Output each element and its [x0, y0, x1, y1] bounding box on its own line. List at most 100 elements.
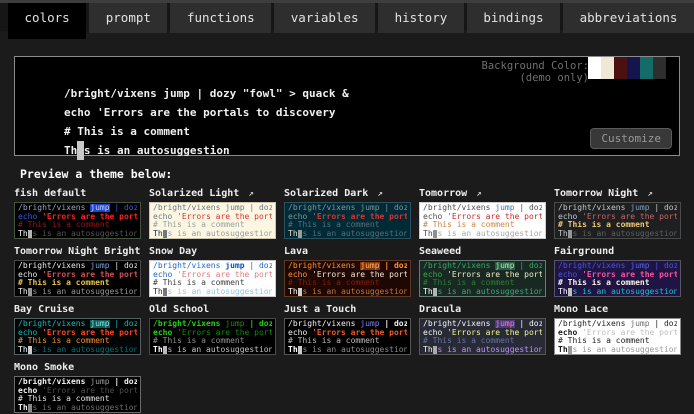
tab-prompt[interactable]: prompt: [89, 3, 167, 33]
preview-line: /bright/vixens jump | dozy "fowl" > quac…: [18, 204, 137, 213]
syntax-token: # This is a comment: [288, 221, 380, 229]
preview-line: This is an autosuggestion: [153, 288, 272, 297]
syntax-token: s is an autosuggestion: [167, 288, 272, 296]
theme-card-fairground[interactable]: Fairground /bright/vixens jump | dozy "f…: [554, 246, 681, 297]
syntax-token: /bright/vixens: [288, 262, 360, 270]
theme-title-text: Lava: [284, 246, 308, 257]
preview-line: /bright/vixens jump | dozy "fowl" > quac…: [288, 204, 407, 213]
preview-line: This is an autosuggestion: [18, 404, 137, 413]
tab-variables[interactable]: variables: [274, 3, 375, 33]
syntax-token: Th: [558, 230, 568, 238]
preview-line: /bright/vixens jump | dozy "fowl" > quac…: [558, 204, 677, 213]
syntax-token: /bright/vixens: [18, 320, 90, 328]
tab-functions[interactable]: functions: [170, 3, 271, 33]
syntax-token: # This is a comment: [558, 279, 650, 287]
syntax-token: 'Errors are the portals to discovery: [582, 271, 677, 279]
tab-bindings[interactable]: bindings: [467, 3, 560, 33]
theme-card-solarized-dark[interactable]: Solarized Dark ↗ /bright/vixens jump | d…: [284, 188, 411, 239]
syntax-token: 'Errors are the portals to discovery: [177, 271, 272, 279]
tab-history[interactable]: history: [378, 3, 464, 33]
syntax-token: jump: [90, 262, 109, 270]
background-swatch-1[interactable]: [601, 57, 614, 79]
syntax-token: 'Errors are the portals to discovery: [312, 271, 407, 279]
tab-abbreviations[interactable]: abbreviations: [563, 3, 694, 33]
syntax-token: 'Errors are the portals to discovery: [447, 271, 542, 279]
syntax-token: Th: [153, 230, 163, 238]
preview-line: # This is a comment: [558, 279, 677, 288]
theme-title-text: Dracula: [419, 304, 461, 315]
theme-card-tomorrow[interactable]: Tomorrow ↗ /bright/vixens jump | dozy "f…: [419, 188, 546, 239]
theme-card-old-school[interactable]: Old School /bright/vixens jump | dozy "f…: [149, 304, 276, 355]
syntax-token: 'Errors are the portals to discovery: [42, 329, 137, 337]
external-link-icon[interactable]: ↗: [476, 189, 481, 199]
customize-button[interactable]: Customize: [590, 128, 672, 149]
background-swatch-4[interactable]: [640, 57, 653, 79]
syntax-token: /bright/vixens: [558, 204, 630, 212]
syntax-token: s is an autosuggestion: [437, 346, 542, 354]
background-swatch-row: [588, 57, 679, 79]
preview-line: echo 'Errors are the portals to discover…: [288, 329, 407, 338]
preview-line: # This is a comment: [288, 337, 407, 346]
theme-grid: fish default /bright/vixens jump | dozy …: [14, 188, 682, 413]
theme-preview: /bright/vixens jump | dozy "fowl" > quac…: [14, 202, 141, 239]
theme-title-text: Bay Cruise: [14, 304, 74, 315]
background-swatch-5[interactable]: [653, 57, 666, 79]
syntax-token: jump: [495, 262, 514, 270]
theme-title: Solarized Dark ↗: [284, 188, 411, 200]
preview-line: This is an autosuggestion: [153, 346, 272, 355]
theme-card-snow-day[interactable]: Snow Day /bright/vixens jump | dozy "fow…: [149, 246, 276, 297]
syntax-token: | dozy: [380, 262, 407, 270]
theme-title: Tomorrow Night Bright ↗: [14, 246, 141, 258]
syntax-token: # This is a comment: [64, 125, 190, 138]
theme-title: Mono Lace: [554, 304, 681, 316]
theme-card-mono-lace[interactable]: Mono Lace /bright/vixens jump | dozy "fo…: [554, 304, 681, 355]
syntax-token: | dozy: [650, 262, 677, 270]
syntax-token: jump: [90, 320, 109, 328]
theme-preview: /bright/vixens jump | dozy "fowl" > quac…: [149, 202, 276, 239]
background-swatch-2[interactable]: [614, 57, 627, 79]
external-link-icon[interactable]: ↗: [248, 189, 253, 199]
theme-card-solarized-light[interactable]: Solarized Light ↗ /bright/vixens jump | …: [149, 188, 276, 239]
syntax-token: | dozy: [110, 378, 137, 386]
preview-line: echo 'Errors are the portals to discover…: [153, 213, 272, 222]
background-swatch-3[interactable]: [627, 57, 640, 79]
syntax-token: | dozy: [515, 320, 542, 328]
background-swatch-0[interactable]: [588, 57, 601, 79]
syntax-token: 'Errors are the portals to discovery: [42, 271, 137, 279]
background-swatch-6[interactable]: [666, 57, 679, 79]
syntax-token: jump: [90, 204, 109, 212]
theme-title-text: Seaweed: [419, 246, 461, 257]
preview-line: echo 'Errors are the portals to discover…: [288, 213, 407, 222]
syntax-token: echo 'Errors are the portals to discover…: [64, 106, 336, 119]
syntax-token: Th: [423, 346, 433, 354]
syntax-token: s is an autosuggestion: [32, 404, 137, 412]
theme-title-text: Just a Touch: [284, 304, 356, 315]
preview-line: # This is a comment: [18, 221, 137, 230]
theme-card-mono-smoke[interactable]: Mono Smoke /bright/vixens jump | dozy "f…: [14, 362, 141, 413]
theme-title-text: Solarized Dark: [284, 188, 368, 199]
tab-colors[interactable]: colors: [8, 3, 86, 39]
syntax-token: s is an autosuggestion: [167, 346, 272, 354]
theme-card-seaweed[interactable]: Seaweed /bright/vixens jump | dozy "fowl…: [419, 246, 546, 297]
preview-line: This is an autosuggestion: [423, 288, 542, 297]
preview-line: /bright/vixens jump | dozy "fowl" > quac…: [288, 320, 407, 329]
theme-card-lava[interactable]: Lava /bright/vixens jump | dozy "fowl" >…: [284, 246, 411, 297]
syntax-token: | dozy: [515, 262, 542, 270]
theme-card-dracula[interactable]: Dracula /bright/vixens jump | dozy "fowl…: [419, 304, 546, 355]
syntax-token: # This is a comment: [423, 337, 515, 345]
external-link-icon[interactable]: ↗: [377, 189, 382, 199]
theme-card-tomorrow-night[interactable]: Tomorrow Night ↗ /bright/vixens jump | d…: [554, 188, 681, 239]
syntax-token: | dozy: [110, 320, 137, 328]
theme-card-bay-cruise[interactable]: Bay Cruise /bright/vixens jump | dozy "f…: [14, 304, 141, 355]
theme-title-text: Old School: [149, 304, 209, 315]
theme-card-tomorrow-night-bright[interactable]: Tomorrow Night Bright ↗ /bright/vixens j…: [14, 246, 141, 297]
external-link-icon[interactable]: ↗: [647, 189, 652, 199]
syntax-token: jump: [360, 320, 379, 328]
syntax-token: s is an autosuggestion: [32, 230, 137, 238]
theme-title-text: Snow Day: [149, 246, 197, 257]
theme-card-fish-default[interactable]: fish default /bright/vixens jump | dozy …: [14, 188, 141, 239]
syntax-token: echo: [558, 213, 582, 221]
syntax-token: # This is a comment: [288, 337, 380, 345]
theme-card-just-a-touch[interactable]: Just a Touch /bright/vixens jump | dozy …: [284, 304, 411, 355]
syntax-token: Th: [288, 230, 298, 238]
